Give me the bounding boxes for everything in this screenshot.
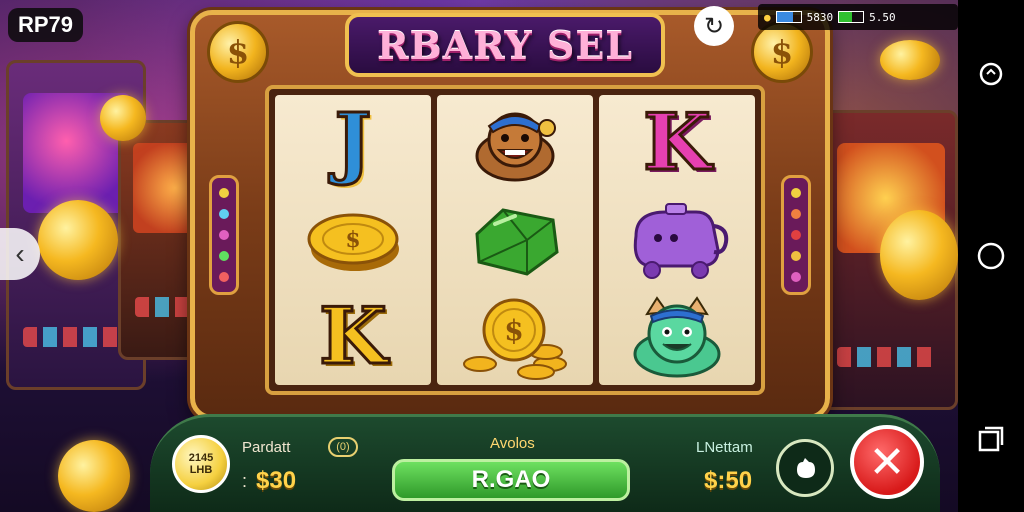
recents-icon <box>978 426 1004 452</box>
symbol-letter: K <box>318 290 389 382</box>
info-pill[interactable]: (0) <box>328 437 358 457</box>
flying-coin-icon <box>100 95 146 141</box>
system-nav-bar <box>958 0 1024 512</box>
reel-2: $ <box>437 95 593 385</box>
assistant-icon <box>979 62 1003 86</box>
level-badge[interactable]: 2145 LHB <box>172 435 230 493</box>
dollar-coin-icon: $ <box>207 21 269 83</box>
coin-pile-icon: $ <box>460 294 570 380</box>
game-scene: $ $ RBARY SEL J $ K $ K 2145 LHB Pardatt… <box>0 0 958 512</box>
marquee: RBARY SEL <box>345 13 665 77</box>
flying-coin-icon <box>38 200 118 280</box>
balance-prefix: : <box>242 471 248 491</box>
auto-spin-button[interactable] <box>776 439 834 497</box>
control-panel: 2145 LHB Pardatt : $30 (0) Avolos R.GAO … <box>150 414 940 512</box>
svg-text:$: $ <box>345 227 360 253</box>
symbol-letter: K <box>642 97 713 189</box>
refresh-icon: ↻ <box>703 12 725 40</box>
side-lights <box>209 175 239 295</box>
stop-button[interactable]: ✕ <box>850 425 924 499</box>
status-left-value: 5830 <box>806 10 834 24</box>
reel-symbol: K <box>298 294 408 380</box>
purple-creature-icon <box>622 197 732 283</box>
battery-icon <box>838 11 865 23</box>
badge-bottom-text: LHB <box>189 464 213 476</box>
reel-symbol: J <box>298 100 408 186</box>
flying-coin-icon <box>880 210 958 300</box>
slot-machine: $ $ RBARY SEL J $ K $ K <box>190 10 830 420</box>
side-lights <box>781 175 811 295</box>
status-bar: ● 5830 5.50 <box>758 4 958 30</box>
svg-text:$: $ <box>504 314 523 347</box>
reel-symbol: K <box>622 100 732 186</box>
coin-status-icon: ● <box>764 10 771 24</box>
flying-coin-icon <box>880 40 940 80</box>
status-right-value: 5.50 <box>869 10 896 24</box>
hand-icon <box>797 458 815 478</box>
game-title: RBARY SEL <box>376 22 634 68</box>
spin-button[interactable]: R.GAO <box>392 459 630 501</box>
close-icon: ✕ <box>868 437 906 487</box>
reels: J $ K $ K <box>265 85 765 395</box>
green-gem-icon <box>460 197 570 283</box>
mascot-creature-icon <box>460 100 570 186</box>
balance-value: $30 <box>256 467 297 494</box>
balance-label: Pardatt <box>242 439 291 456</box>
home-button[interactable] <box>973 238 1009 274</box>
win-value: $:50 <box>704 467 753 494</box>
green-creature-icon <box>622 294 732 380</box>
refresh-button[interactable]: ↻ <box>694 6 734 46</box>
bet-label: Avolos <box>490 435 535 452</box>
win-label: LNettam <box>696 439 753 456</box>
assistant-button[interactable] <box>973 56 1009 92</box>
flying-coin-icon <box>58 440 130 512</box>
symbol-letter: J <box>333 97 373 189</box>
coin-gold-icon: $ <box>298 197 408 283</box>
badge-top-text: 2145 <box>188 452 214 464</box>
dollar-coin-icon: $ <box>751 21 813 83</box>
home-circle-icon <box>977 242 1005 270</box>
reel-3: K <box>599 95 755 385</box>
rp-chip[interactable]: RP79 <box>8 8 84 42</box>
recents-button[interactable] <box>973 420 1009 456</box>
reel-1: J $ K <box>275 95 431 385</box>
battery-icon <box>775 11 802 23</box>
